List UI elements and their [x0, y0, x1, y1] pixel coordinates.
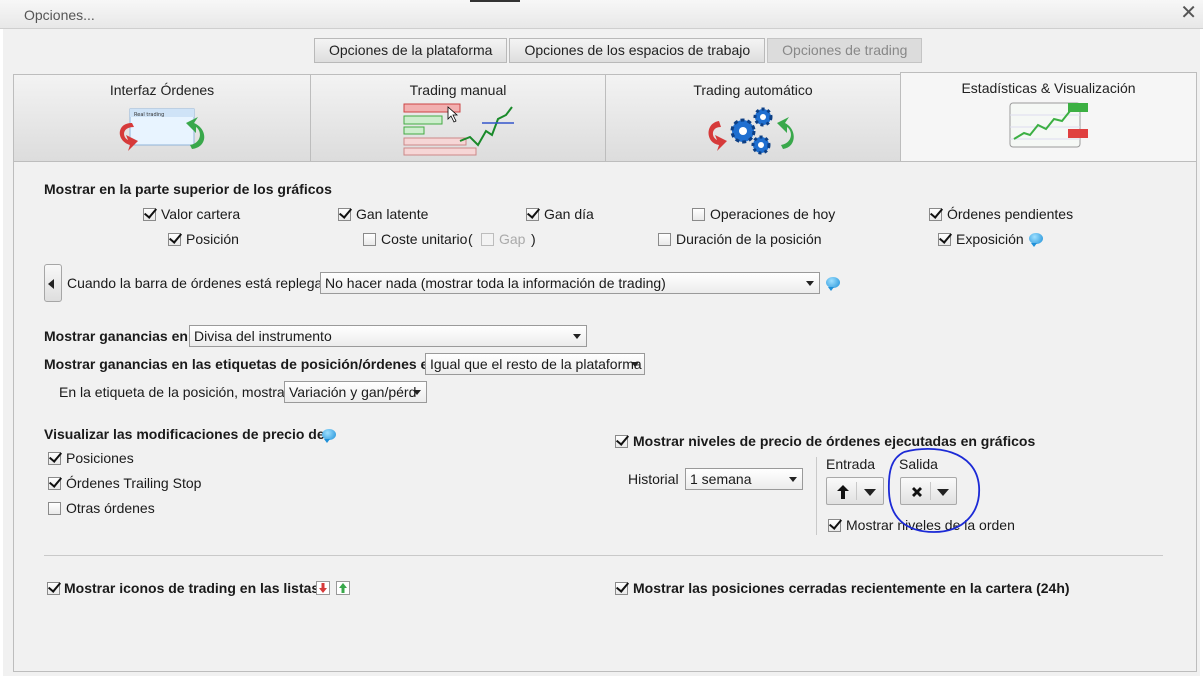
paren-close: ) — [531, 231, 536, 247]
order-levels-checkbox[interactable] — [828, 519, 841, 532]
gains-labels-label: Mostrar ganancias en las etiquetas de po… — [44, 356, 442, 372]
category-tabs: Interfaz Órdenes Real trading Trading ma… — [13, 72, 1197, 162]
gap-checkbox[interactable] — [481, 233, 494, 246]
price-mods-heading: Visualizar las modificaciones de precio … — [44, 426, 330, 442]
chevron-down-icon — [573, 334, 581, 339]
closed-positions-label: Mostrar las posiciones cerradas reciente… — [633, 580, 1070, 596]
unit-cost-checkbox[interactable] — [363, 233, 376, 246]
tab-platform-options[interactable]: Opciones de la plataforma — [314, 38, 508, 63]
todays-operations-label: Operaciones de hoy — [710, 206, 836, 222]
info-bubble-icon[interactable] — [826, 277, 840, 291]
position-checkbox[interactable] — [168, 233, 181, 246]
collapsed-bar-label: Cuando la barra de órdenes está replegad… — [67, 275, 338, 291]
trailing-stop-checkbox[interactable] — [48, 477, 61, 490]
vertical-divider — [816, 457, 817, 535]
day-gain-checkbox[interactable] — [526, 208, 539, 221]
options-tabs: Opciones de la plataforma Opciones de lo… — [314, 38, 924, 63]
triangle-left-icon — [48, 279, 54, 289]
horizontal-divider — [44, 555, 1163, 556]
executed-levels-checkbox[interactable] — [615, 435, 628, 448]
closed-positions-checkbox[interactable] — [615, 582, 628, 595]
exposure-label: Exposición — [956, 231, 1024, 247]
collapsed-bar-select[interactable]: No hacer nada (mostrar toda la informaci… — [320, 272, 820, 294]
info-bubble-icon[interactable] — [1029, 233, 1043, 247]
exposure-checkbox[interactable] — [938, 233, 951, 246]
position-duration-label: Duración de la posición — [676, 231, 822, 247]
todays-operations-checkbox[interactable] — [692, 208, 705, 221]
tab-manual-trading[interactable]: Trading manual — [310, 74, 606, 162]
pending-orders-label: Órdenes pendientes — [947, 206, 1074, 222]
position-label: Posición — [186, 231, 239, 247]
other-orders-checkbox[interactable] — [48, 502, 61, 515]
annotation-circle — [887, 448, 980, 533]
collapse-bar-button[interactable] — [44, 264, 62, 302]
svg-text:Real trading: Real trading — [134, 112, 164, 118]
entry-label: Entrada — [826, 456, 876, 472]
close-icon[interactable]: ✕ — [1180, 3, 1197, 23]
gains-label: Mostrar ganancias en: — [44, 328, 193, 344]
button-divider — [856, 482, 857, 500]
gains-currency-value: Divisa del instrumento — [194, 328, 332, 344]
unrealized-gain-label: Gan latente — [356, 206, 429, 222]
trailing-stop-label: Órdenes Trailing Stop — [66, 475, 202, 491]
tab-statistics-visualization[interactable]: Estadísticas & Visualización — [900, 72, 1197, 162]
chevron-down-icon — [864, 489, 876, 496]
gains-currency-select[interactable]: Divisa del instrumento — [189, 325, 587, 347]
day-gain-label: Gan día — [544, 206, 594, 222]
chevron-down-icon — [631, 362, 639, 367]
order-interface-icon: Real trading — [112, 105, 212, 155]
positions-mod-label: Posiciones — [66, 450, 134, 466]
tab-workspace-options[interactable]: Opciones de los espacios de trabajo — [509, 38, 766, 63]
show-top-heading: Mostrar en la parte superior de los gráf… — [44, 181, 332, 197]
other-orders-label: Otras órdenes — [66, 500, 155, 516]
collapsed-bar-value: No hacer nada (mostrar toda la informaci… — [325, 275, 666, 291]
tab-label: Trading manual — [409, 82, 507, 98]
history-value: 1 semana — [690, 471, 752, 487]
history-select[interactable]: 1 semana — [685, 468, 803, 490]
history-label: Historial — [628, 471, 679, 487]
portfolio-value-label: Valor cartera — [161, 206, 241, 222]
chevron-down-icon — [789, 477, 797, 482]
title-bar: Opciones... ✕ — [0, 0, 1203, 29]
paren-open: ( — [468, 231, 473, 247]
tab-order-interface[interactable]: Interfaz Órdenes Real trading — [13, 74, 311, 162]
chevron-down-icon — [413, 390, 421, 395]
buy-arrow-icon — [336, 581, 350, 595]
positions-mod-checkbox[interactable] — [48, 452, 61, 465]
sell-arrow-icon — [316, 581, 330, 595]
automatic-trading-icon — [703, 103, 803, 157]
unrealized-gain-checkbox[interactable] — [338, 208, 351, 221]
gains-labels-select[interactable]: Igual que el resto de la plataforma — [425, 353, 645, 375]
position-label-text: En la etiqueta de la posición, mostrar: — [59, 384, 294, 400]
arrow-up-icon — [837, 485, 849, 499]
tab-trading-options[interactable]: Opciones de trading — [767, 38, 923, 63]
position-label-value: Variación y gan/pérd — [289, 384, 417, 400]
position-label-select[interactable]: Variación y gan/pérd — [284, 381, 427, 403]
manual-trading-icon — [398, 101, 518, 157]
trading-icons-checkbox[interactable] — [47, 582, 60, 595]
entry-marker-button[interactable] — [826, 477, 884, 505]
pending-orders-checkbox[interactable] — [929, 208, 942, 221]
info-bubble-icon[interactable] — [322, 429, 336, 443]
tab-label: Interfaz Órdenes — [109, 82, 215, 98]
position-duration-checkbox[interactable] — [658, 233, 671, 246]
window-title: Opciones... — [24, 7, 95, 23]
gains-labels-value: Igual que el resto de la plataforma — [430, 356, 642, 372]
unit-cost-label: Coste unitario — [381, 231, 468, 247]
tab-automatic-trading[interactable]: Trading automático — [605, 74, 901, 162]
statistics-chart-icon — [1004, 99, 1094, 153]
tab-label: Estadísticas & Visualización — [961, 80, 1136, 96]
chevron-down-icon — [806, 281, 814, 286]
trading-icons-label: Mostrar iconos de trading en las listas — [64, 580, 320, 596]
portfolio-value-checkbox[interactable] — [143, 208, 156, 221]
tab-label: Trading automático — [693, 82, 813, 98]
gap-label: Gap — [499, 231, 526, 247]
top-edge-mark — [470, 0, 520, 2]
